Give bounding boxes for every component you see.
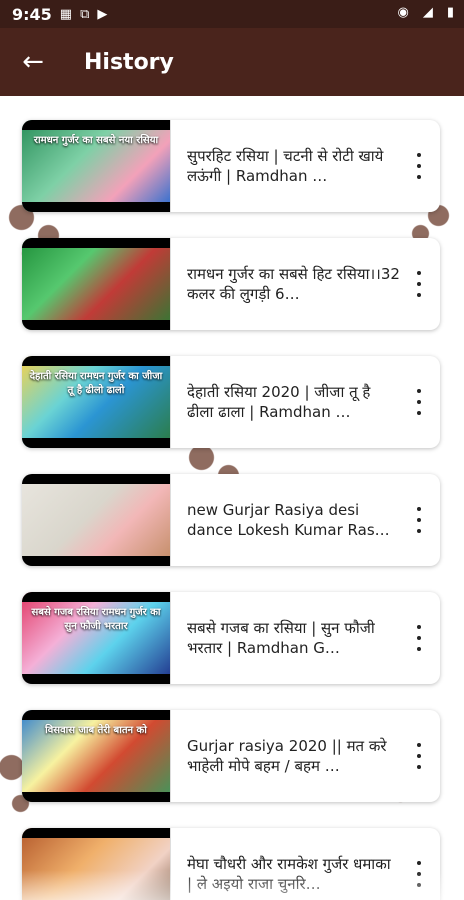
video-thumbnail[interactable]: देहाती रसिया रामधन गुर्जर का जीजा तू है … bbox=[22, 356, 171, 448]
thumbnail-top-bar bbox=[22, 120, 170, 130]
video-thumbnail[interactable]: रामधन गुर्जर का सबसे नया रसिया bbox=[22, 120, 171, 212]
video-title: सुपरहिट रसिया | चटनी से रोटी खाये लऊंगी … bbox=[187, 146, 384, 185]
page-title: History bbox=[84, 49, 174, 75]
more-options-icon[interactable] bbox=[410, 743, 428, 769]
thumbnail-top-bar bbox=[22, 356, 170, 366]
thumbnail-top-bar bbox=[22, 238, 170, 248]
list-item-meta: सबसे गजब का रसिया | सुन फौजी भरतार | Ram… bbox=[171, 592, 440, 684]
thumbnail-text: रामधन गुर्जर का सबसे नया रसिया bbox=[33, 135, 159, 146]
list-item[interactable]: विसवास जाब तेरी बातन को Gurjar rasiya 20… bbox=[22, 710, 440, 802]
thumbnail-bottom-bar bbox=[22, 202, 170, 212]
thumbnail-text: देहाती रसिया रामधन गुर्जर का जीजा तू है … bbox=[29, 371, 163, 396]
signal-icon: ◢ bbox=[422, 5, 433, 20]
list-item[interactable]: सबसे गजब रसिया रामधन गुर्जर का सुन फौजी … bbox=[22, 592, 440, 684]
battery-icon: ▮ bbox=[446, 5, 454, 20]
more-options-icon[interactable] bbox=[410, 507, 428, 533]
video-title: रामधन गुर्जर का सबसे हिट रसिया।।32 कलर क… bbox=[187, 264, 400, 303]
video-thumbnail[interactable] bbox=[22, 474, 171, 566]
thumbnail-top-bar bbox=[22, 592, 170, 602]
list-item-meta: देहाती रसिया 2020 | जीजा तू है ढीला ढाला… bbox=[171, 356, 440, 448]
thumbnail-bottom-bar bbox=[22, 556, 170, 566]
video-thumbnail[interactable]: सबसे गजब रसिया रामधन गुर्जर का सुन फौजी … bbox=[22, 592, 171, 684]
more-options-icon[interactable] bbox=[410, 389, 428, 415]
list-item-meta: रामधन गुर्जर का सबसे हिट रसिया।।32 कलर क… bbox=[171, 238, 440, 330]
list-item-meta: new Gurjar Rasiya desi dance Lokesh Kuma… bbox=[171, 474, 440, 566]
app-bar: ← History bbox=[0, 28, 464, 96]
thumbnail-text: विसवास जाब तेरी बातन को bbox=[45, 725, 147, 736]
video-title: सबसे गजब का रसिया | सुन फौजी भरतार | Ram… bbox=[187, 618, 375, 657]
list-item[interactable]: रामधन गुर्जर का सबसे हिट रसिया।।32 कलर क… bbox=[22, 238, 440, 330]
video-title: Gurjar rasiya 2020 || मत करे भाहेली मोपे… bbox=[187, 736, 387, 775]
list-item-meta: सुपरहिट रसिया | चटनी से रोटी खाये लऊंगी … bbox=[171, 120, 440, 212]
thumbnail-top-bar bbox=[22, 710, 170, 720]
video-title: new Gurjar Rasiya desi dance Lokesh Kuma… bbox=[187, 500, 390, 539]
video-title: देहाती रसिया 2020 | जीजा तू है ढीला ढाला… bbox=[187, 382, 371, 421]
more-options-icon[interactable] bbox=[410, 271, 428, 297]
back-arrow-icon[interactable]: ← bbox=[20, 49, 46, 75]
thumbnail-bottom-bar bbox=[22, 674, 170, 684]
mail-icon: ▦ bbox=[59, 6, 73, 22]
more-options-icon[interactable] bbox=[410, 153, 428, 179]
status-bar: 9:45 ▦ ⧉ ▶ ◉ ◢ ▮ bbox=[0, 0, 464, 28]
thumbnail-top-bar bbox=[22, 474, 170, 484]
list-item[interactable]: new Gurjar Rasiya desi dance Lokesh Kuma… bbox=[22, 474, 440, 566]
video-thumbnail[interactable]: विसवास जाब तेरी बातन को bbox=[22, 710, 171, 802]
thumbnail-bottom-bar bbox=[22, 438, 170, 448]
bottom-fade bbox=[0, 870, 464, 900]
status-time: 9:45 bbox=[12, 4, 52, 24]
list-item[interactable]: देहाती रसिया रामधन गुर्जर का जीजा तू है … bbox=[22, 356, 440, 448]
cast-icon: ⧉ bbox=[80, 6, 90, 22]
thumbnail-bottom-bar bbox=[22, 792, 170, 802]
list-item-meta: Gurjar rasiya 2020 || मत करे भाहेली मोपे… bbox=[171, 710, 440, 802]
status-right-icons: ◉ ◢ ▮ bbox=[390, 5, 455, 20]
more-options-icon[interactable] bbox=[410, 625, 428, 651]
history-list[interactable]: रामधन गुर्जर का सबसे नया रसिया सुपरहिट र… bbox=[0, 96, 464, 900]
play-icon: ▶ bbox=[97, 6, 108, 22]
thumbnail-top-bar bbox=[22, 828, 170, 838]
thumbnail-text: सबसे गजब रसिया रामधन गुर्जर का सुन फौजी … bbox=[31, 607, 161, 632]
list-item[interactable]: रामधन गुर्जर का सबसे नया रसिया सुपरहिट र… bbox=[22, 120, 440, 212]
video-thumbnail[interactable] bbox=[22, 238, 171, 330]
thumbnail-bottom-bar bbox=[22, 320, 170, 330]
wifi-icon: ◉ bbox=[397, 5, 409, 20]
